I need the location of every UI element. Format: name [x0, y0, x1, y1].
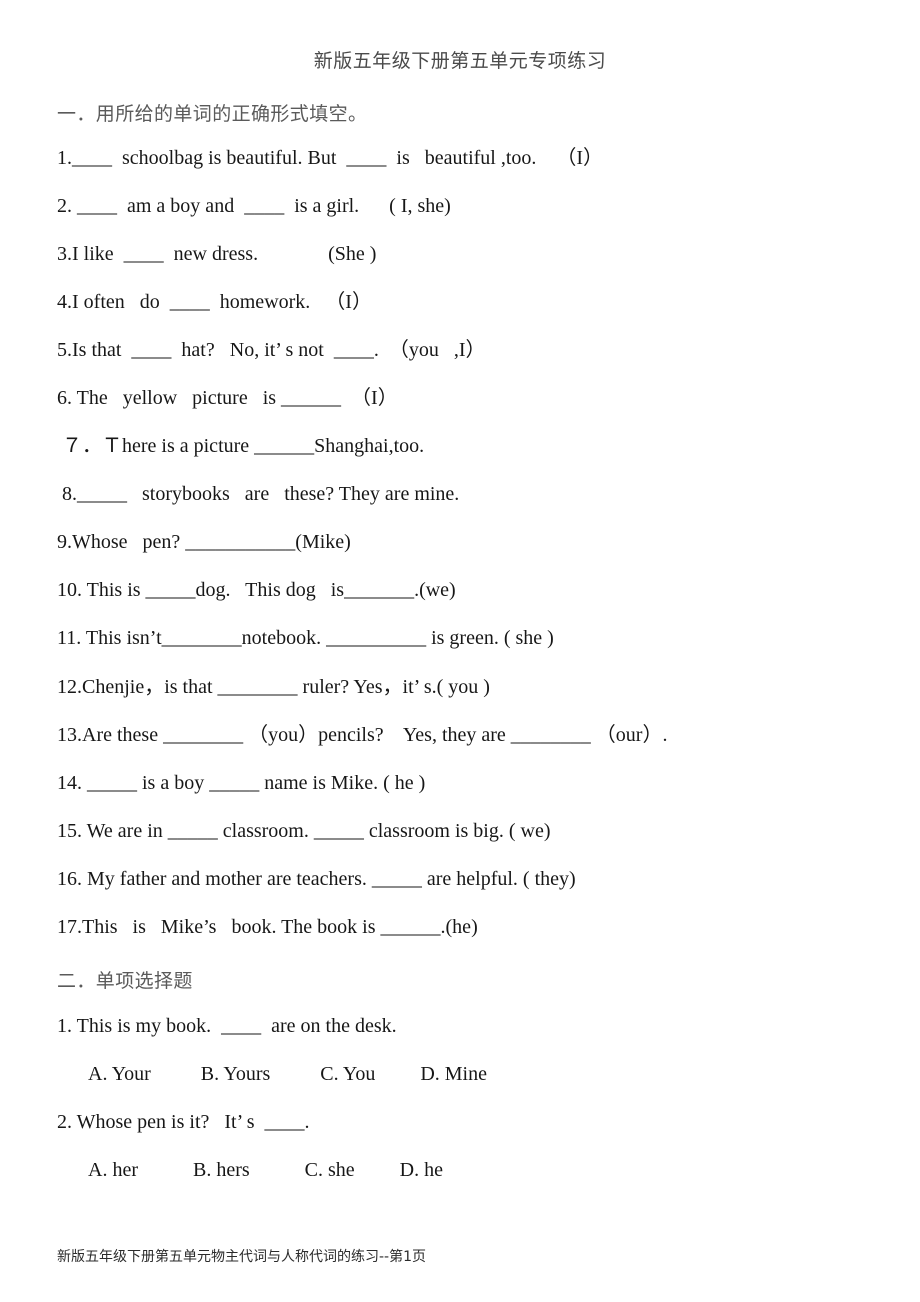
fill-blank-question-15: 15. We are in _____ classroom. _____ cla… [57, 820, 551, 842]
page-title: 新版五年级下册第五单元专项练习 [313, 50, 607, 72]
multiple-choice-question-1-stem: 1. This is my book. ____ are on the desk… [57, 1015, 397, 1037]
multiple-choice-question-1-options: A. Your B. Yours C. You D. Mine [88, 1063, 487, 1085]
fill-blank-question-7: ７．Ｔhere is a picture ______Shanghai,too. [62, 435, 425, 457]
worksheet-page: 新版五年级下册第五单元专项练习 一．用所给的单词的正确形式填空。 1.____ … [0, 0, 920, 1302]
fill-blank-question-2: 2. ____ am a boy and ____ is a girl. ( I… [57, 195, 451, 217]
page-footer: 新版五年级下册第五单元物主代词与人称代词的练习--第1页 [57, 1249, 427, 1265]
fill-blank-question-17: 17.This is Mike’s book. The book is ____… [57, 916, 478, 938]
fill-blank-question-3: 3.I like ____ new dress. (She ) [57, 243, 377, 265]
section-heading-one: 一．用所给的单词的正确形式填空。 [57, 103, 368, 125]
fill-blank-question-16: 16. My father and mother are teachers. _… [57, 868, 576, 890]
fill-blank-question-6: 6. The yellow picture is ______ （I） [57, 387, 398, 409]
fill-blank-question-10: 10. This is _____dog. This dog is_______… [57, 579, 456, 601]
multiple-choice-question-2-stem: 2. Whose pen is it? It’ s ____. [57, 1111, 310, 1133]
fill-blank-question-11: 11. This isn’t________notebook. ________… [57, 627, 554, 649]
multiple-choice-question-2-options: A. her B. hers C. she D. he [88, 1159, 443, 1181]
fill-blank-question-5: 5.Is that ____ hat? No, it’ s not ____. … [57, 339, 486, 361]
fill-blank-question-1: 1.____ schoolbag is beautiful. But ____ … [57, 147, 604, 169]
fill-blank-question-4: 4.I often do ____ homework. （I） [57, 291, 372, 313]
fill-blank-question-13: 13.Are these ________ （you）pencils? Yes,… [57, 724, 668, 746]
fill-blank-question-14: 14. _____ is a boy _____ name is Mike. (… [57, 772, 426, 794]
fill-blank-question-8: 8._____ storybooks are these? They are m… [62, 483, 460, 505]
section-heading-two: 二．单项选择题 [57, 970, 193, 992]
fill-blank-question-9: 9.Whose pen? ___________(Mike) [57, 531, 351, 553]
fill-blank-question-12: 12.Chenjie，is that ________ ruler? Yes，i… [57, 676, 490, 698]
